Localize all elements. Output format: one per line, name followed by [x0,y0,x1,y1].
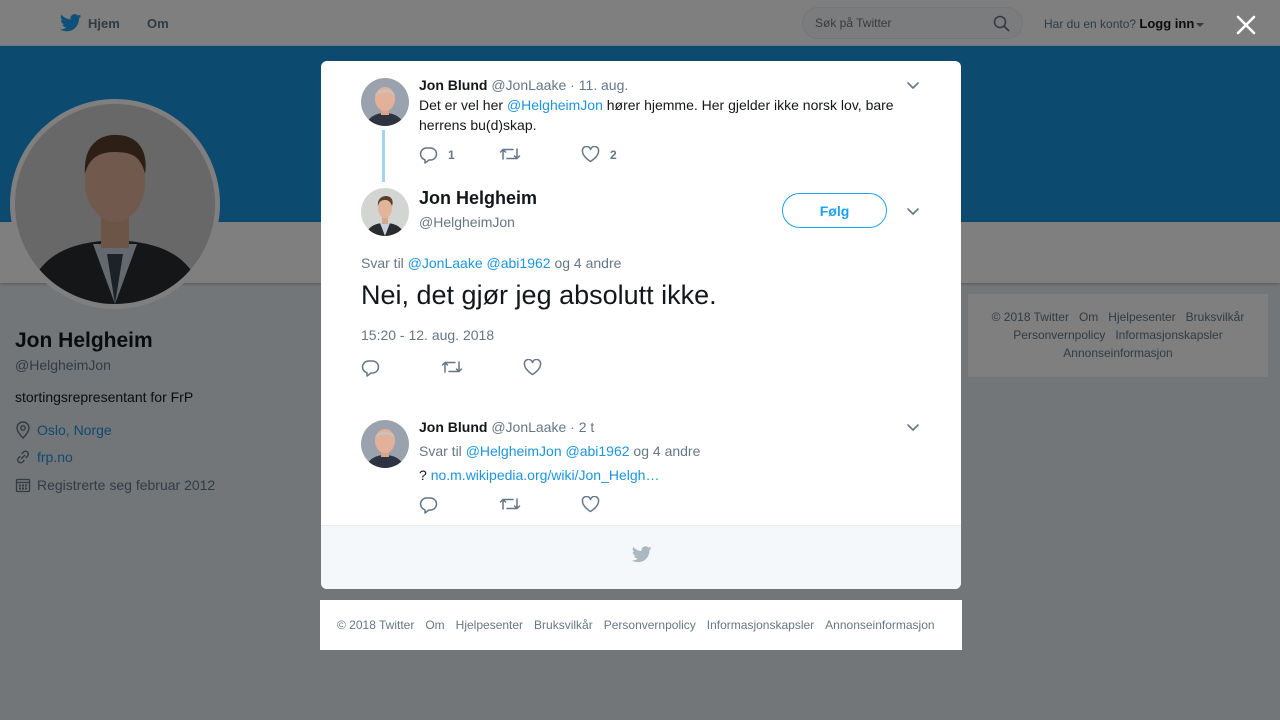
reply-count: 1 [448,148,455,162]
tweet-text-part: Det er vel her [419,97,507,113]
retweet-icon [441,361,463,373]
retweet-icon [499,498,521,510]
tweet-modal: Jon Blund @JonLaake · 11. aug. Det er ve… [321,61,961,589]
like-icon [523,359,542,376]
tweet-text-part: ? [419,467,431,483]
twitter-bird-icon [632,546,652,563]
reply-button[interactable] [419,496,448,514]
modal-footer [321,525,961,589]
reply-prefix: Svar til [419,443,466,459]
reply-context: Svar til @JonLaake @abi1962 og 4 andre [361,255,621,271]
tweet-time[interactable]: · 11. aug. [570,77,628,93]
tweet-time[interactable]: · 2 t [570,419,594,435]
thread-connector [382,130,385,182]
tweet-author-name[interactable]: Jon Blund [419,77,487,93]
tweet-timestamp[interactable]: 15:20 - 12. aug. 2018 [361,327,494,343]
like-button[interactable] [523,359,552,376]
footer-link[interactable]: Hjelpesenter [456,618,523,632]
footer-link[interactable]: Annonseinformasjon [825,618,934,632]
tweet-text: ? no.m.wikipedia.org/wiki/Jon_Helgh… [419,465,909,485]
like-count: 2 [610,147,617,162]
mention-link[interactable]: @abi1962 [487,255,551,271]
chevron-down-icon[interactable] [905,203,921,219]
mention-link[interactable]: @HelgheimJon [507,97,603,113]
retweet-button[interactable] [499,146,531,162]
chevron-down-icon[interactable] [905,419,921,435]
reply-context: Svar til @HelgheimJon @abi1962 og 4 andr… [419,441,909,461]
like-button[interactable]: 2 [581,146,617,163]
reply-icon [419,497,438,514]
reply-suffix[interactable]: og 4 andre [630,443,700,459]
page-footer: © 2018 Twitter Om Hjelpesenter Bruksvilk… [320,600,962,650]
reply-suffix[interactable]: og 4 andre [551,255,621,271]
footer-link[interactable]: Informasjonskapsler [707,618,814,632]
tweet-text: Det er vel her @HelgheimJon hører hjemme… [419,95,909,135]
tweet-header: Jon Blund @JonLaake · 2 t [419,419,594,435]
tweet-author-name[interactable]: Jon Blund [419,419,487,435]
like-button[interactable] [581,496,610,513]
reply-prefix: Svar til [361,255,408,271]
tweet-author-name[interactable]: Jon Helgheim [419,188,537,209]
retweet-button[interactable] [441,359,473,375]
mention-link[interactable]: @abi1962 [566,443,630,459]
tweet-header: Jon Blund @JonLaake · 11. aug. [419,77,628,93]
tweet-author-handle[interactable]: @JonLaake [491,77,566,93]
footer-link[interactable]: Om [425,618,444,632]
close-icon[interactable] [1233,12,1259,38]
footer-link[interactable]: Personvernpolicy [604,618,696,632]
main-tweet-text: Nei, det gjør jeg absolutt ikke. [361,280,717,310]
avatar[interactable] [361,188,409,236]
footer-link[interactable]: © 2018 Twitter [337,618,414,632]
tweet-author-handle[interactable]: @JonLaake [491,419,566,435]
chevron-down-icon[interactable] [905,77,921,93]
footer-link[interactable]: Bruksvilkår [534,618,593,632]
mention-link[interactable]: @JonLaake [408,255,483,271]
mention-link[interactable]: @HelgheimJon [466,443,562,459]
reply-button[interactable]: 1 [419,146,455,164]
like-icon [581,496,600,513]
avatar[interactable] [361,420,409,468]
url-link[interactable]: no.m.wikipedia.org/wiki/Jon_Helgh… [431,467,660,483]
retweet-button[interactable] [499,496,531,512]
retweet-icon [499,148,521,160]
reply-icon [419,147,438,164]
avatar[interactable] [361,78,409,126]
reply-button[interactable] [361,359,390,377]
reply-icon [361,360,380,377]
like-icon [581,146,600,163]
follow-button[interactable]: Følg [782,193,887,228]
tweet-author-handle[interactable]: @HelgheimJon [419,214,515,230]
